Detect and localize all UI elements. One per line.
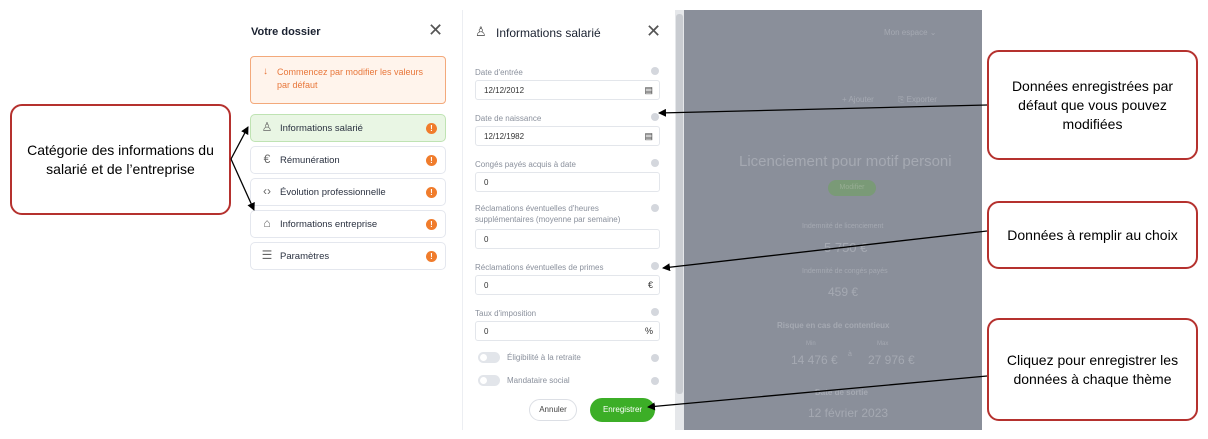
input-value: 0 xyxy=(484,281,489,290)
risque-separator: à xyxy=(848,351,852,358)
export-action: ⎘ Exporter xyxy=(898,95,937,104)
result-heading: Licenciement pour motif personi xyxy=(739,153,952,170)
conges-value: 459 € xyxy=(828,285,859,299)
info-icon[interactable] xyxy=(651,308,659,316)
risque-min-label: Min xyxy=(806,341,816,347)
input-value: 0 xyxy=(484,235,489,244)
callout-text: Données enregistrées par défaut que vous… xyxy=(1011,77,1174,132)
sidebar-item-remuneration[interactable]: € Rémunération ! xyxy=(250,146,446,174)
sidebar-item-label: Évolution professionnelle xyxy=(280,187,386,198)
callout-optional: Données à remplir au choix xyxy=(987,201,1198,269)
dossier-title: Votre dossier xyxy=(251,26,321,38)
sidebar-item-evolution[interactable]: ‹› Évolution professionnelle ! xyxy=(250,178,446,206)
cancel-button[interactable]: Annuler xyxy=(529,399,577,421)
info-icon[interactable] xyxy=(651,204,659,212)
risque-max-label: Max xyxy=(877,341,889,347)
retraite-toggle[interactable] xyxy=(478,352,500,363)
info-icon[interactable] xyxy=(651,377,659,385)
mandataire-toggle[interactable] xyxy=(478,375,500,386)
warning-text: Commencez par modifier les valeurs par d… xyxy=(277,67,424,90)
info-icon[interactable] xyxy=(651,67,659,75)
close-icon[interactable]: ✕ xyxy=(646,22,661,40)
conges-label: Indemnité de congés payés xyxy=(802,268,888,275)
person-icon: ♙ xyxy=(261,120,273,134)
alert-badge: ! xyxy=(426,155,437,166)
dossier-panel: Votre dossier ✕ ↓ Commencez par modifier… xyxy=(240,10,458,430)
primes-input[interactable]: 0 € xyxy=(475,275,660,295)
input-value: 12/12/2012 xyxy=(484,86,525,95)
alert-badge: ! xyxy=(426,187,437,198)
default-values-warning: ↓ Commencez par modifier les valeurs par… xyxy=(250,56,446,104)
field-label: Réclamations éventuelles de primes xyxy=(475,263,604,272)
risque-min: 14 476 € xyxy=(791,353,838,367)
conges-input[interactable]: 0 xyxy=(475,172,660,192)
alert-badge: ! xyxy=(426,123,437,134)
calendar-icon[interactable]: ▤ xyxy=(644,85,653,96)
sidebar-item-parametres[interactable]: ☰ Paramètres ! xyxy=(250,242,446,270)
heures-sup-input[interactable]: 0 xyxy=(475,229,660,249)
field-label: Date de naissance xyxy=(475,114,542,123)
scrollbar-thumb[interactable] xyxy=(676,14,683,394)
euro-suffix: € xyxy=(647,280,653,290)
sortie-label: Date de sortie xyxy=(815,388,868,397)
input-value: 12/12/1982 xyxy=(484,132,525,141)
alert-badge: ! xyxy=(426,219,437,230)
panel-title: Informations salarié xyxy=(496,26,601,40)
bank-icon: ⌂ xyxy=(263,216,271,230)
toggle-label: Mandataire social xyxy=(507,376,570,385)
indemnite-label: Indemnité de licenciement xyxy=(802,223,884,230)
input-value: 0 xyxy=(484,178,489,187)
person-icon: ♙ xyxy=(475,24,487,39)
callout-save: Cliquez pour enregistrer les données à c… xyxy=(987,318,1198,421)
mandataire-toggle-row: Mandataire social xyxy=(475,374,660,388)
retraite-toggle-row: Éligibilité à la retraite xyxy=(475,351,660,365)
alert-badge: ! xyxy=(426,251,437,262)
sidebar-item-entreprise[interactable]: ⌂ Informations entreprise ! xyxy=(250,210,446,238)
percent-suffix: % xyxy=(644,326,653,336)
career-icon: ‹› xyxy=(263,184,271,198)
sidebar-item-label: Informations entreprise xyxy=(280,219,378,230)
date-entree-input[interactable]: 12/12/2012 ▤ xyxy=(475,80,660,100)
info-icon[interactable] xyxy=(651,262,659,270)
dimmed-results-panel: Mon espace ⌄ + Ajouter ⎘ Exporter Licenc… xyxy=(684,10,982,430)
settings-icon: ☰ xyxy=(261,248,273,262)
sortie-value: 12 février 2023 xyxy=(808,406,889,420)
sidebar-item-label: Paramètres xyxy=(280,251,330,262)
euro-icon: € xyxy=(263,152,271,166)
info-icon[interactable] xyxy=(651,113,659,121)
close-icon[interactable]: ✕ xyxy=(428,21,443,39)
toggle-label: Éligibilité à la retraite xyxy=(507,353,581,362)
arrow-down-icon: ↓ xyxy=(263,66,268,77)
account-menu: Mon espace ⌄ xyxy=(884,28,937,37)
risque-label: Risque en cas de contentieux xyxy=(777,321,890,330)
taux-input[interactable]: 0 % xyxy=(475,321,660,341)
date-naissance-input[interactable]: 12/12/1982 ▤ xyxy=(475,126,660,146)
field-label: Réclamations éventuelles d'heures supplé… xyxy=(475,204,621,224)
save-button[interactable]: Enregistrer xyxy=(590,398,655,422)
add-action: + Ajouter xyxy=(842,95,874,104)
sidebar-item-label: Informations salarié xyxy=(280,123,363,134)
informations-salarie-panel: ♙ Informations salarié ✕ Date d'entrée 1… xyxy=(462,10,675,430)
info-icon[interactable] xyxy=(651,354,659,362)
sidebar-item-label: Rémunération xyxy=(280,155,340,166)
callout-text: Catégorie des informations du salarié et… xyxy=(27,141,214,177)
info-icon[interactable] xyxy=(651,159,659,167)
callout-text: Données à remplir au choix xyxy=(1007,226,1178,243)
risque-max: 27 976 € xyxy=(868,353,915,367)
panel-scrollbar[interactable] xyxy=(675,10,684,430)
status-badge: Modifier xyxy=(828,180,876,196)
calendar-icon[interactable]: ▤ xyxy=(644,131,653,142)
callout-defaults: Données enregistrées par défaut que vous… xyxy=(987,50,1198,160)
callout-categories: Catégorie des informations du salarié et… xyxy=(10,104,231,215)
input-value: 0 xyxy=(484,327,489,336)
field-label: Congés payés acquis à date xyxy=(475,160,576,169)
callout-text: Cliquez pour enregistrer les données à c… xyxy=(1006,351,1179,387)
field-label: Date d'entrée xyxy=(475,68,523,77)
field-label: Taux d'imposition xyxy=(475,309,537,318)
indemnite-value: 5 750 € xyxy=(824,240,868,255)
sidebar-item-informations-salarie[interactable]: ♙ Informations salarié ! xyxy=(250,114,446,142)
